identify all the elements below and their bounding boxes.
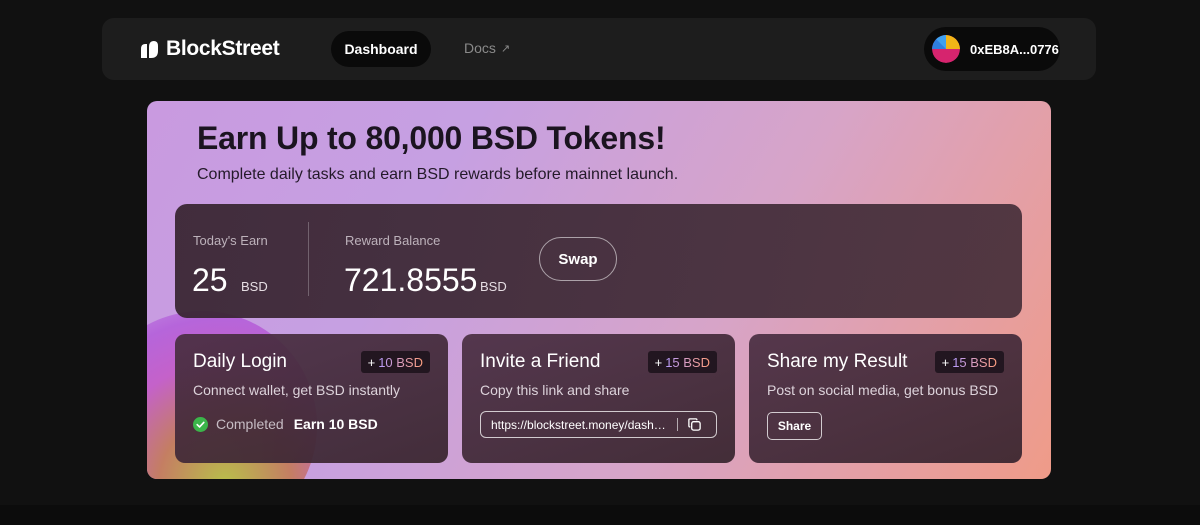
nav-docs-link[interactable]: Docs ↗ <box>464 40 510 56</box>
todays-earn-unit: BSD <box>241 279 268 294</box>
page: BlockStreet Dashboard Docs ↗ 0xEB8A...07… <box>0 0 1200 525</box>
badge-amount: 15 BSD <box>952 354 997 370</box>
copy-icon[interactable] <box>687 417 702 432</box>
badge-plus: + <box>654 354 663 370</box>
earned-amount: Earn 10 BSD <box>293 416 378 432</box>
task-title: Share my Result <box>767 351 908 372</box>
earn-hero-card: Earn Up to 80,000 BSD Tokens! Complete d… <box>147 101 1051 479</box>
task-card-share-result: Share my Result + 15 BSD Post on social … <box>749 334 1022 463</box>
nav-dashboard-tab[interactable]: Dashboard <box>331 31 431 67</box>
stats-divider <box>308 222 309 296</box>
check-circle-icon <box>193 416 208 432</box>
top-navigation-bar: BlockStreet Dashboard Docs ↗ 0xEB8A...07… <box>102 18 1096 80</box>
badge-amount: 15 BSD <box>665 354 710 370</box>
task-description: Connect wallet, get BSD instantly <box>193 382 400 398</box>
external-arrow-icon: ↗ <box>500 42 511 55</box>
task-description: Copy this link and share <box>480 382 630 398</box>
referral-link-field[interactable]: https://blockstreet.money/dashboard <box>480 411 717 438</box>
task-description: Post on social media, get bonus BSD <box>767 382 999 398</box>
earnings-stats-panel: Today's Earn 25 BSD Reward Balance 721.8… <box>175 204 1022 318</box>
brand-logo[interactable]: BlockStreet <box>138 37 280 61</box>
task-card-daily-login: Daily Login + 10 BSD Connect wallet, get… <box>175 334 448 463</box>
brand-name: BlockStreet <box>166 37 280 60</box>
reward-balance-label: Reward Balance <box>345 233 441 248</box>
wallet-avatar-icon <box>932 35 960 63</box>
reward-badge: + 15 BSD <box>934 351 1004 373</box>
completed-status: Completed Earn 10 BSD <box>193 416 378 432</box>
todays-earn-label: Today's Earn <box>193 233 268 248</box>
task-title: Daily Login <box>193 351 287 372</box>
hero-subtitle: Complete daily tasks and earn BSD reward… <box>197 166 679 183</box>
badge-plus: + <box>367 354 376 370</box>
reward-badge: + 10 BSD <box>360 351 430 373</box>
reward-badge: + 15 BSD <box>647 351 717 373</box>
wallet-address: 0xEB8A...0776 <box>970 41 1059 57</box>
badge-plus: + <box>941 354 950 370</box>
link-separator <box>677 418 678 431</box>
blockstreet-logo-icon <box>141 41 158 58</box>
task-card-invite-friend: Invite a Friend + 15 BSD Copy this link … <box>462 334 735 463</box>
docs-label: Docs <box>464 40 496 56</box>
badge-amount: 10 BSD <box>378 354 423 370</box>
share-button[interactable]: Share <box>767 412 822 440</box>
wallet-button[interactable]: 0xEB8A...0776 <box>924 27 1060 71</box>
task-title: Invite a Friend <box>480 351 601 372</box>
page-footer-shadow <box>0 505 1200 525</box>
swap-button[interactable]: Swap <box>539 237 617 281</box>
todays-earn-value: 25 <box>192 262 228 298</box>
completed-label: Completed <box>216 416 284 432</box>
reward-balance-unit: BSD <box>480 279 507 294</box>
hero-title: Earn Up to 80,000 BSD Tokens! <box>197 120 666 156</box>
reward-balance-value: 721.8555 <box>344 262 478 298</box>
referral-link-text: https://blockstreet.money/dashboard <box>491 417 671 432</box>
